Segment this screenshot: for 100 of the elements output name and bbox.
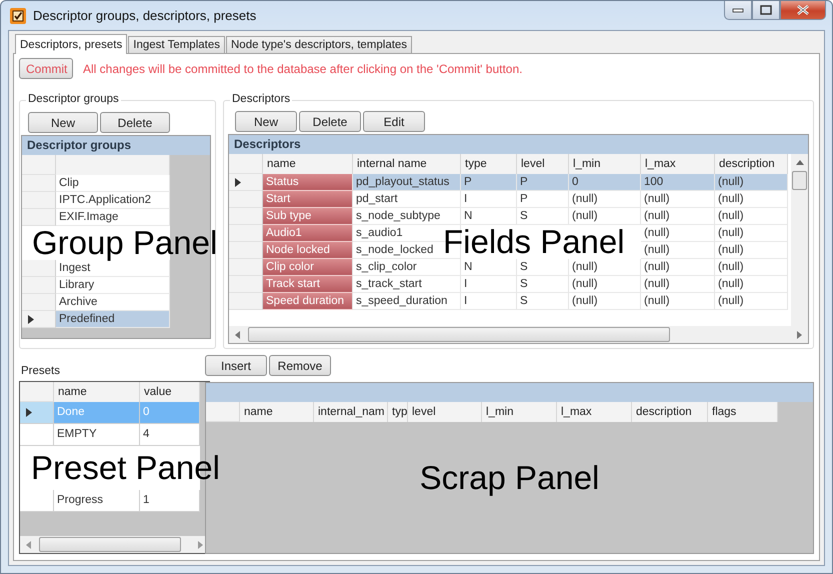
column-header: flags — [708, 402, 778, 422]
table-cell: (null) — [641, 259, 715, 276]
table-cell: (null) — [569, 191, 641, 208]
table-cell: (null) — [641, 242, 715, 259]
table-cell: s_node_subtype — [353, 208, 461, 225]
group-item[interactable]: Library — [56, 277, 170, 294]
row-header-corner — [22, 155, 56, 175]
table-cell: (null) — [715, 276, 788, 293]
toolbar-button[interactable]: New — [235, 111, 297, 132]
column-header: description — [715, 154, 788, 174]
toolbar-button[interactable]: Remove — [269, 355, 331, 376]
table-cell: Start — [263, 191, 353, 208]
table-cell: 0 — [140, 402, 200, 424]
table-cell: s_track_start — [353, 276, 461, 293]
table-cell: (null) — [569, 259, 641, 276]
scroll-left-icon[interactable] — [235, 330, 240, 338]
minimize-button[interactable] — [724, 1, 752, 20]
horizontal-scrollbar[interactable] — [229, 326, 808, 343]
table-cell: I — [461, 191, 517, 208]
scroll-right-icon[interactable] — [198, 540, 203, 548]
table-cell: (null) — [715, 208, 788, 225]
current-row-icon — [26, 408, 32, 417]
grid-title: Descriptor groups — [22, 136, 210, 155]
toolbar-button[interactable]: Insert — [205, 355, 267, 376]
table-cell: Sub type — [263, 208, 353, 225]
table-cell: s_speed_duration — [353, 293, 461, 310]
table-cell: Status — [263, 174, 353, 191]
row-header[interactable] — [229, 174, 263, 191]
table-cell: Done — [54, 402, 140, 424]
grid-title: Descriptors — [229, 135, 808, 154]
group-item[interactable]: Ingest — [56, 260, 170, 277]
table-cell: (null) — [715, 225, 788, 242]
current-row-icon — [28, 314, 34, 324]
table-cell: pd_start — [353, 191, 461, 208]
vertical-scrollbar[interactable] — [791, 154, 808, 326]
panel-label: Preset Panel — [31, 451, 220, 484]
toolbar-button[interactable]: New — [28, 112, 98, 133]
group-item[interactable]: Predefined — [56, 311, 170, 328]
group-item[interactable]: IPTC.Application2 — [56, 192, 170, 209]
toolbar-button[interactable]: Edit — [363, 111, 425, 132]
table-cell: S — [517, 293, 569, 310]
close-button[interactable] — [780, 1, 826, 20]
column-header: name — [263, 154, 353, 174]
tab[interactable]: Descriptors, presets — [15, 34, 128, 54]
table-cell: (null) — [569, 293, 641, 310]
row-header-corner — [20, 382, 54, 402]
table-cell: Clip color — [263, 259, 353, 276]
table-cell: N — [461, 259, 517, 276]
group-item[interactable]: Archive — [56, 294, 170, 311]
table-cell: (null) — [641, 293, 715, 310]
scroll-thumb[interactable] — [792, 171, 807, 190]
scroll-left-icon[interactable] — [26, 540, 31, 548]
scroll-thumb[interactable] — [39, 537, 181, 552]
table-cell: Audio1 — [263, 225, 353, 242]
tab[interactable]: Node type's descriptors, templates — [226, 36, 412, 53]
table-cell: Progress — [54, 490, 140, 512]
table-cell: 4 — [140, 424, 200, 446]
tab[interactable]: Ingest Templates — [128, 36, 225, 53]
window-title: Descriptor groups, descriptors, presets — [33, 8, 256, 23]
table-cell: (null) — [641, 276, 715, 293]
column-header: level — [408, 402, 482, 422]
table-cell: (null) — [715, 293, 788, 310]
table-cell: Speed duration — [263, 293, 353, 310]
table-cell: S — [517, 259, 569, 276]
table-cell: pd_playout_status — [353, 174, 461, 191]
table-cell: 1 — [140, 490, 200, 512]
column-header: l_max — [557, 402, 632, 422]
column-header: name — [240, 402, 314, 422]
row-header[interactable] — [20, 402, 54, 424]
column-header: description — [632, 402, 708, 422]
table-cell: I — [461, 276, 517, 293]
group-item[interactable]: Clip — [56, 175, 170, 192]
column-header: l_min — [482, 402, 557, 422]
table-cell: P — [461, 174, 517, 191]
table-cell: P — [517, 191, 569, 208]
table-cell: 0 — [569, 174, 641, 191]
maximize-button[interactable] — [752, 1, 780, 20]
minimize-icon — [732, 7, 744, 13]
row-header-corner — [229, 154, 263, 174]
scroll-up-icon[interactable] — [796, 160, 804, 165]
maximize-icon — [760, 5, 772, 15]
toolbar-button[interactable]: Delete — [299, 111, 361, 132]
checkbox-app-icon — [10, 8, 26, 24]
table-cell: S — [517, 276, 569, 293]
table-cell: 100 — [641, 174, 715, 191]
column-header: typ — [388, 402, 408, 422]
table-cell: N — [461, 208, 517, 225]
table-cell: S — [517, 208, 569, 225]
table-cell: (null) — [569, 208, 641, 225]
table-cell: (null) — [715, 242, 788, 259]
table-cell: (null) — [641, 225, 715, 242]
close-icon — [796, 5, 810, 15]
toolbar-button[interactable]: Delete — [100, 112, 170, 133]
group-item[interactable]: EXIF.Image — [56, 209, 170, 226]
panel-label: Scrap Panel — [420, 461, 600, 494]
table-cell: (null) — [715, 191, 788, 208]
table-cell: (null) — [715, 259, 788, 276]
scroll-right-icon[interactable] — [797, 330, 802, 338]
column-header: value — [140, 382, 200, 402]
scroll-thumb[interactable] — [248, 327, 670, 342]
